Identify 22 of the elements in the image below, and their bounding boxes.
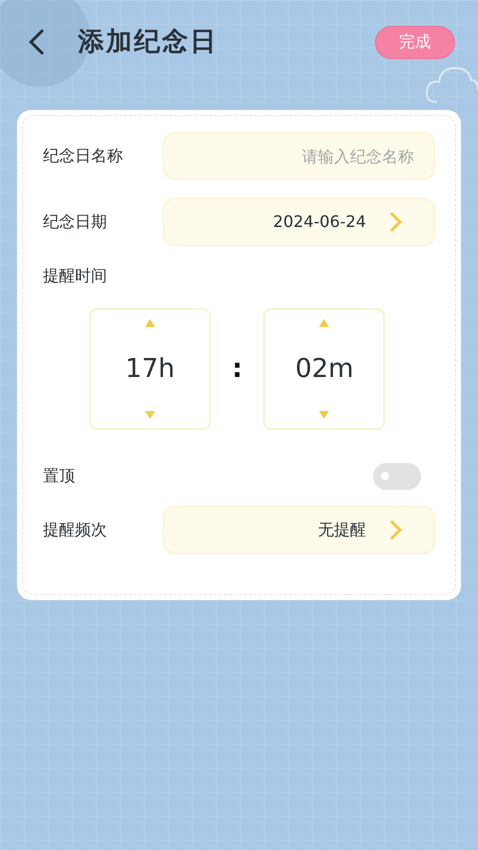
field-label: 提醒时间 xyxy=(43,265,108,287)
back-icon xyxy=(28,29,44,55)
field-label: 提醒频次 xyxy=(43,519,108,541)
field-label: 纪念日期 xyxy=(43,211,108,233)
chevron-right-icon xyxy=(390,212,402,232)
toggle-switch[interactable] xyxy=(373,462,421,490)
chevron-right-icon xyxy=(390,520,402,540)
time-spinner[interactable]: 17h xyxy=(89,308,211,430)
up-arrow-icon xyxy=(318,318,330,328)
time-value: 02m xyxy=(295,352,354,386)
down-arrow-icon xyxy=(144,410,156,420)
down-arrow-icon xyxy=(318,410,330,420)
name-input[interactable]: 请输入纪念名称 xyxy=(163,132,435,180)
select-field[interactable]: 2024-06-24 xyxy=(163,198,435,246)
select-field[interactable]: 无提醒 xyxy=(163,506,435,554)
field-label: 置顶 xyxy=(43,465,76,487)
page-title: 添加纪念日 xyxy=(78,26,218,58)
field-label: 纪念日名称 xyxy=(43,145,124,167)
time-value: 17h xyxy=(125,352,175,386)
up-arrow-icon xyxy=(144,318,156,328)
time-spinner[interactable]: 02m xyxy=(263,308,386,430)
time-separator: : xyxy=(232,352,242,386)
